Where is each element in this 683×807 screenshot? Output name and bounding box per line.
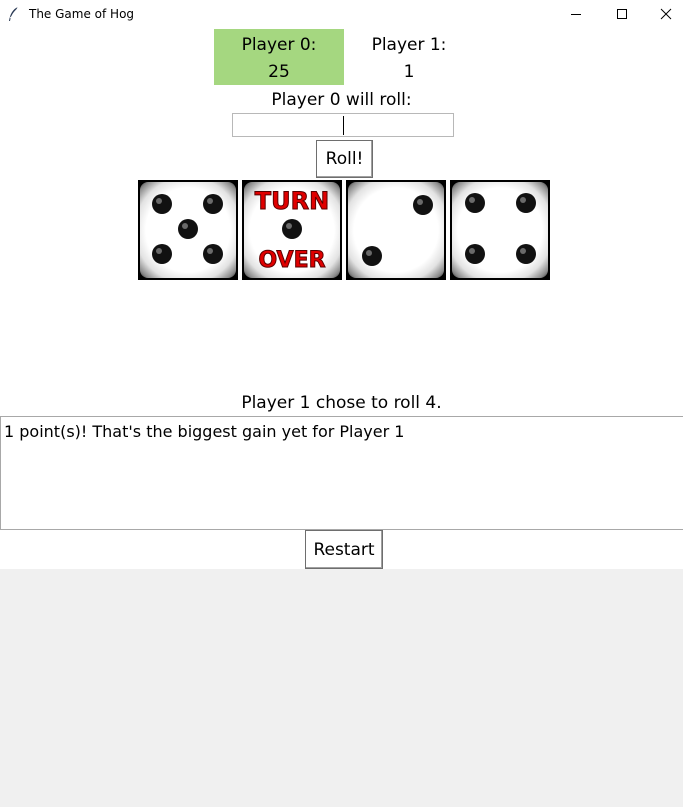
player1-score-box: Player 1: 1 <box>344 29 474 85</box>
player0-score-box: Player 0: 25 <box>214 29 344 85</box>
minimize-icon <box>571 14 581 15</box>
text-caret <box>343 116 344 135</box>
die-turn-over: TURN OVER <box>242 180 342 280</box>
close-icon <box>660 8 672 20</box>
player1-score: 1 <box>403 62 415 82</box>
die-over-text: OVER <box>258 248 325 273</box>
roll-button[interactable]: Roll! <box>316 140 373 178</box>
app-window: The Game of Hog Player 0: 25 Player 1: 1 <box>0 0 683 807</box>
window-title: The Game of Hog <box>29 7 135 21</box>
maximize-icon <box>617 9 627 19</box>
player0-score: 25 <box>268 62 290 82</box>
message-text: 1 point(s)! That's the biggest gain yet … <box>4 422 405 441</box>
die-turn-text: TURN <box>255 187 329 215</box>
die-two <box>346 180 446 280</box>
minimize-button[interactable] <box>553 0 599 28</box>
roll-prompt: Player 0 will roll: <box>271 90 412 110</box>
close-button[interactable] <box>643 0 683 28</box>
game-panel: Player 0: 25 Player 1: 1 Player 0 will r… <box>0 28 683 569</box>
message-box: 1 point(s)! That's the biggest gain yet … <box>0 416 683 530</box>
maximize-button[interactable] <box>599 0 645 28</box>
feather-icon <box>9 6 19 21</box>
player0-label: Player 0: <box>241 35 317 55</box>
title-bar: The Game of Hog <box>0 0 683 28</box>
status-label: Player 1 chose to roll 4. <box>241 393 442 413</box>
restart-button[interactable]: Restart <box>305 530 383 569</box>
die-five <box>138 180 238 280</box>
player1-label: Player 1: <box>371 35 447 55</box>
die-four <box>450 180 550 280</box>
